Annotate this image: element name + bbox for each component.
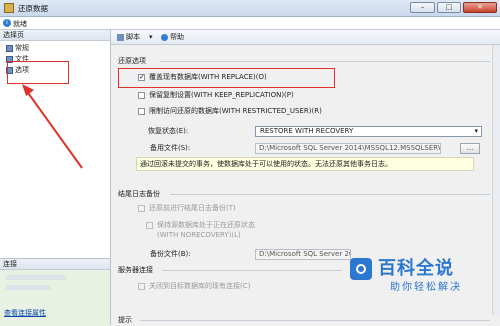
- close-connections-label: 关闭到目标数据库的现有连接(C): [149, 282, 251, 290]
- leave-restoring-sublabel: (WITH NORECOVERY)(L): [157, 231, 241, 239]
- help-button[interactable]: 帮助: [161, 33, 184, 42]
- script-label: 脚本: [126, 33, 140, 41]
- overwrite-label: 覆盖现有数据库(WITH REPLACE)(O): [149, 73, 267, 81]
- help-icon: [161, 33, 168, 41]
- title-bar: 还原数据 – □ ✕: [0, 0, 500, 17]
- watermark-title: 百科全说: [378, 258, 454, 279]
- tail-backup-label: 还原前进行结尾日志备份(T): [149, 204, 236, 212]
- annotation-arrow: [22, 84, 83, 169]
- view-connection-properties-link[interactable]: 查看连接属性: [4, 308, 46, 318]
- info-icon: i: [3, 19, 11, 27]
- recovery-state-select[interactable]: RESTORE WITH RECOVERY ▾: [255, 126, 482, 137]
- restore-options-header: 还原选项: [118, 57, 146, 65]
- close-connections-checkbox[interactable]: [138, 283, 145, 290]
- standby-file-label: 备用文件(S):: [150, 144, 191, 152]
- leave-restoring-checkbox[interactable]: [146, 222, 153, 229]
- select-page-header: 选择页: [0, 30, 110, 41]
- recovery-info-box: 通过回滚未提交的事务，使数据库处于可以使用的状态。无法还原其他事务日志。: [136, 157, 474, 171]
- script-dropdown-arrow[interactable]: ▾: [149, 33, 153, 42]
- section-divider: [160, 61, 490, 62]
- nav-label: 常规: [15, 44, 29, 52]
- ready-status: 就绪: [13, 20, 27, 28]
- maximize-button[interactable]: □: [437, 2, 461, 13]
- backup-file-label: 备份文件(B):: [150, 250, 191, 258]
- watermark-subtitle: 助你轻松解决: [390, 282, 462, 293]
- standby-browse-button[interactable]: ...: [460, 143, 480, 154]
- database-icon: [4, 3, 14, 13]
- overwrite-checkbox[interactable]: [138, 73, 145, 81]
- recovery-state-value: RESTORE WITH RECOVERY: [260, 127, 354, 135]
- status-strip: i 就绪: [0, 17, 500, 30]
- minimize-button[interactable]: –: [410, 2, 435, 13]
- recovery-state-label: 恢复状态(E):: [148, 127, 189, 135]
- help-label: 帮助: [170, 33, 184, 41]
- window-title: 还原数据: [18, 4, 48, 13]
- keep-replication-checkbox[interactable]: [138, 92, 145, 99]
- leave-restoring-label: 保持源数据库处于正在还原状态: [157, 221, 255, 229]
- blurred-connection-info: [6, 285, 51, 290]
- annotation-box-options: [7, 61, 69, 84]
- page-icon: [6, 44, 13, 52]
- script-icon: [117, 33, 124, 41]
- chevron-down-icon: ▾: [474, 127, 478, 135]
- keep-replication-label: 保留复制设置(WITH KEEP_REPLICATION)(P): [149, 91, 294, 99]
- script-button[interactable]: 脚本: [117, 33, 140, 42]
- prompt-header: 提示: [118, 316, 132, 324]
- section-divider: [170, 194, 490, 195]
- restricted-user-checkbox[interactable]: [138, 108, 145, 115]
- backup-file-field[interactable]: D:\Microsoft SQL Server 2014\M: [255, 249, 351, 260]
- tail-log-header: 结尾日志备份: [118, 190, 160, 198]
- restricted-user-label: 限制访问还原的数据库(WITH RESTRICTED_USER)(R): [149, 107, 322, 115]
- toolbar: 脚本 ▾ 帮助: [111, 30, 500, 45]
- blurred-connection-info: [6, 275, 66, 280]
- nav-item-general[interactable]: 常规: [6, 43, 29, 53]
- server-connection-header: 服务器连接: [118, 266, 153, 274]
- connection-header: 连接: [0, 259, 110, 270]
- scrollbar[interactable]: [492, 45, 500, 315]
- tail-backup-checkbox[interactable]: [138, 205, 145, 212]
- section-divider: [162, 270, 342, 271]
- standby-file-field[interactable]: D:\Microsoft SQL Server 2014\MSSQL12.MSS…: [255, 143, 441, 154]
- close-button[interactable]: ✕: [463, 2, 497, 13]
- watermark-logo-icon: [350, 258, 372, 280]
- section-divider: [140, 320, 490, 321]
